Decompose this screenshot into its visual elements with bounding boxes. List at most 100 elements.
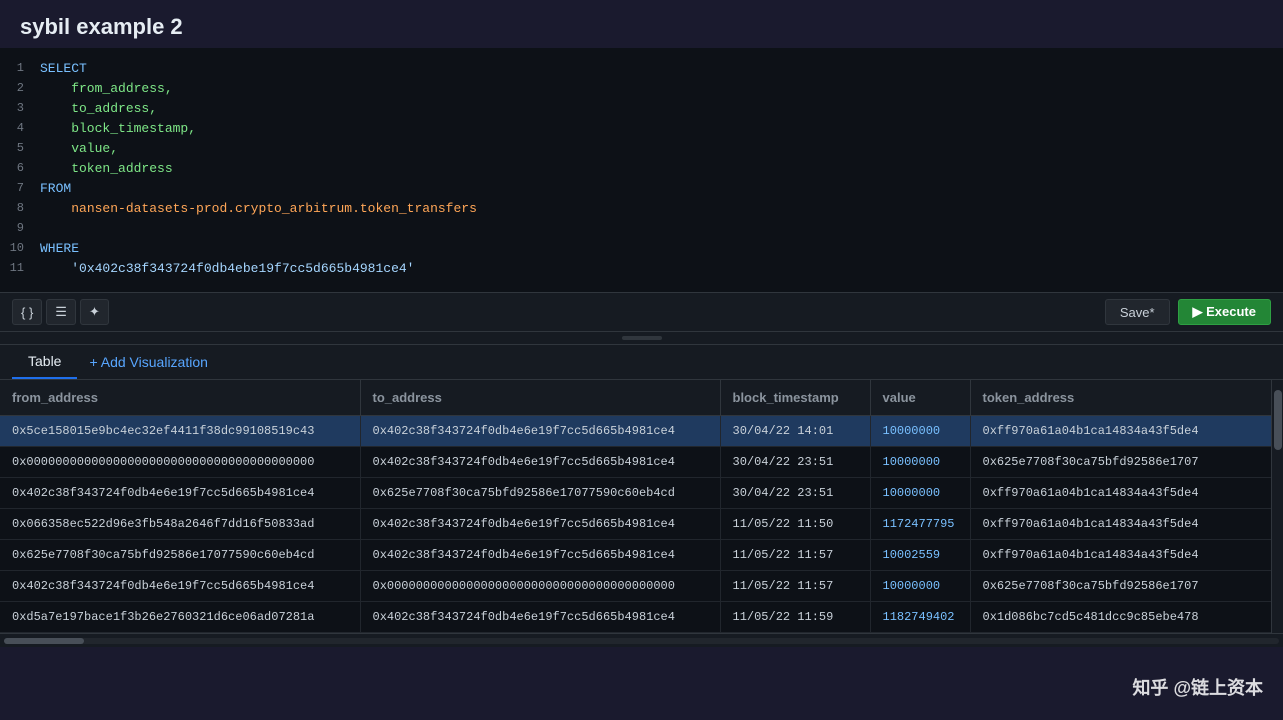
cell-to_address: 0x402c38f343724f0db4e6e19f7cc5d665b4981c… — [360, 540, 720, 571]
code-editor: 1SELECT2 from_address,3 to_address,4 blo… — [0, 48, 1283, 293]
line-number: 8 — [0, 201, 40, 215]
cell-from_address: 0x625e7708f30ca75bfd92586e17077590c60eb4… — [0, 540, 360, 571]
cell-to_address: 0x402c38f343724f0db4e6e19f7cc5d665b4981c… — [360, 447, 720, 478]
json-toggle-button[interactable]: { } — [12, 299, 42, 325]
cell-value: 10000000 — [870, 478, 970, 509]
cell-block_timestamp: 30/04/22 23:51 — [720, 478, 870, 509]
code-lines: 1SELECT2 from_address,3 to_address,4 blo… — [0, 56, 1283, 284]
line-content: SELECT — [40, 61, 87, 76]
table-row[interactable]: 0x066358ec522d96e3fb548a2646f7dd16f50833… — [0, 509, 1271, 540]
save-button[interactable]: Save* — [1105, 299, 1170, 325]
cell-block_timestamp: 11/05/22 11:50 — [720, 509, 870, 540]
cell-block_timestamp: 30/04/22 23:51 — [720, 447, 870, 478]
table-row[interactable]: 0x402c38f343724f0db4e6e19f7cc5d665b4981c… — [0, 478, 1271, 509]
col-header-token-address: token_address — [970, 380, 1271, 416]
cell-to_address: 0x402c38f343724f0db4e6e19f7cc5d665b4981c… — [360, 602, 720, 633]
table-row[interactable]: 0xd5a7e197bace1f3b26e2760321d6ce06ad0728… — [0, 602, 1271, 633]
cell-from_address: 0xd5a7e197bace1f3b26e2760321d6ce06ad0728… — [0, 602, 360, 633]
cell-value: 1172477795 — [870, 509, 970, 540]
page-title: sybil example 2 — [20, 14, 183, 39]
vscroll-thumb — [1274, 390, 1282, 450]
line-number: 7 — [0, 181, 40, 195]
data-table: from_address to_address block_timestamp … — [0, 380, 1271, 633]
line-content: WHERE — [40, 241, 79, 256]
code-line: 7FROM — [0, 180, 1283, 200]
cell-block_timestamp: 11/05/22 11:59 — [720, 602, 870, 633]
cell-token_address: 0xff970a61a04b1ca14834a43f5de4 — [970, 416, 1271, 447]
table-row[interactable]: 0x00000000000000000000000000000000000000… — [0, 447, 1271, 478]
line-content: '0x402c38f343724f0db4ebe19f7cc5d665b4981… — [40, 261, 414, 276]
table-header: from_address to_address block_timestamp … — [0, 380, 1271, 416]
line-content: nansen-datasets-prod.crypto_arbitrum.tok… — [40, 201, 477, 216]
cell-to_address: 0x00000000000000000000000000000000000000… — [360, 571, 720, 602]
hscroll-thumb — [4, 638, 84, 644]
cell-from_address: 0x402c38f343724f0db4e6e19f7cc5d665b4981c… — [0, 571, 360, 602]
cell-token_address: 0x625e7708f30ca75bfd92586e1707 — [970, 571, 1271, 602]
cell-token_address: 0xff970a61a04b1ca14834a43f5de4 — [970, 509, 1271, 540]
code-line: 5 value, — [0, 140, 1283, 160]
code-line: 1SELECT — [0, 60, 1283, 80]
cell-to_address: 0x402c38f343724f0db4e6e19f7cc5d665b4981c… — [360, 509, 720, 540]
code-line: 6 token_address — [0, 160, 1283, 180]
cell-from_address: 0x066358ec522d96e3fb548a2646f7dd16f50833… — [0, 509, 360, 540]
cell-value: 10000000 — [870, 571, 970, 602]
code-line: 9 — [0, 220, 1283, 240]
line-content: to_address, — [40, 101, 157, 116]
results-area: Table + Add Visualization from_address t… — [0, 345, 1283, 647]
line-number: 11 — [0, 261, 40, 275]
cell-block_timestamp: 11/05/22 11:57 — [720, 571, 870, 602]
line-number: 3 — [0, 101, 40, 115]
cell-value: 1182749402 — [870, 602, 970, 633]
settings-button[interactable]: ✦ — [80, 299, 109, 325]
cell-value: 10000000 — [870, 416, 970, 447]
table-container[interactable]: from_address to_address block_timestamp … — [0, 380, 1271, 633]
tab-add-visualization[interactable]: + Add Visualization — [77, 346, 219, 378]
line-content: token_address — [40, 161, 173, 176]
resize-divider[interactable] — [0, 332, 1283, 345]
cell-token_address: 0x625e7708f30ca75bfd92586e1707 — [970, 447, 1271, 478]
execute-button[interactable]: Execute — [1178, 299, 1271, 325]
code-line: 2 from_address, — [0, 80, 1283, 100]
table-wrapper: from_address to_address block_timestamp … — [0, 380, 1283, 633]
table-row[interactable]: 0x625e7708f30ca75bfd92586e17077590c60eb4… — [0, 540, 1271, 571]
line-number: 1 — [0, 61, 40, 75]
code-line: 11 '0x402c38f343724f0db4ebe19f7cc5d665b4… — [0, 260, 1283, 280]
toolbar-left: { } ☰ ✦ — [12, 299, 109, 325]
line-number: 9 — [0, 221, 40, 235]
watermark: 知乎 @链上资本 — [1132, 674, 1263, 700]
vertical-scrollbar[interactable] — [1271, 380, 1283, 633]
table-toggle-button[interactable]: ☰ — [46, 299, 76, 325]
line-number: 5 — [0, 141, 40, 155]
tabs-bar: Table + Add Visualization — [0, 345, 1283, 380]
cell-to_address: 0x625e7708f30ca75bfd92586e17077590c60eb4… — [360, 478, 720, 509]
cell-to_address: 0x402c38f343724f0db4e6e19f7cc5d665b4981c… — [360, 416, 720, 447]
col-header-block-timestamp: block_timestamp — [720, 380, 870, 416]
line-number: 10 — [0, 241, 40, 255]
col-header-value: value — [870, 380, 970, 416]
line-content: from_address, — [40, 81, 173, 96]
table-row[interactable]: 0x5ce158015e9bc4ec32ef4411f38dc99108519c… — [0, 416, 1271, 447]
line-content: FROM — [40, 181, 71, 196]
cell-block_timestamp: 11/05/22 11:57 — [720, 540, 870, 571]
header: sybil example 2 — [0, 0, 1283, 48]
cell-value: 10002559 — [870, 540, 970, 571]
cell-value: 10000000 — [870, 447, 970, 478]
line-number: 4 — [0, 121, 40, 135]
cell-from_address: 0x5ce158015e9bc4ec32ef4411f38dc99108519c… — [0, 416, 360, 447]
col-header-to-address: to_address — [360, 380, 720, 416]
cell-token_address: 0xff970a61a04b1ca14834a43f5de4 — [970, 540, 1271, 571]
cell-from_address: 0x402c38f343724f0db4e6e19f7cc5d665b4981c… — [0, 478, 360, 509]
line-content: block_timestamp, — [40, 121, 196, 136]
cell-block_timestamp: 30/04/22 14:01 — [720, 416, 870, 447]
code-line: 8 nansen-datasets-prod.crypto_arbitrum.t… — [0, 200, 1283, 220]
hscroll-track — [4, 638, 1279, 644]
table-row[interactable]: 0x402c38f343724f0db4e6e19f7cc5d665b4981c… — [0, 571, 1271, 602]
toolbar-right: Save* Execute — [1105, 299, 1271, 325]
tab-table[interactable]: Table — [12, 345, 77, 379]
code-line: 3 to_address, — [0, 100, 1283, 120]
horizontal-scrollbar[interactable] — [0, 633, 1283, 647]
cell-token_address: 0xff970a61a04b1ca14834a43f5de4 — [970, 478, 1271, 509]
code-line: 10WHERE — [0, 240, 1283, 260]
code-line: 4 block_timestamp, — [0, 120, 1283, 140]
toolbar: { } ☰ ✦ Save* Execute — [0, 293, 1283, 332]
